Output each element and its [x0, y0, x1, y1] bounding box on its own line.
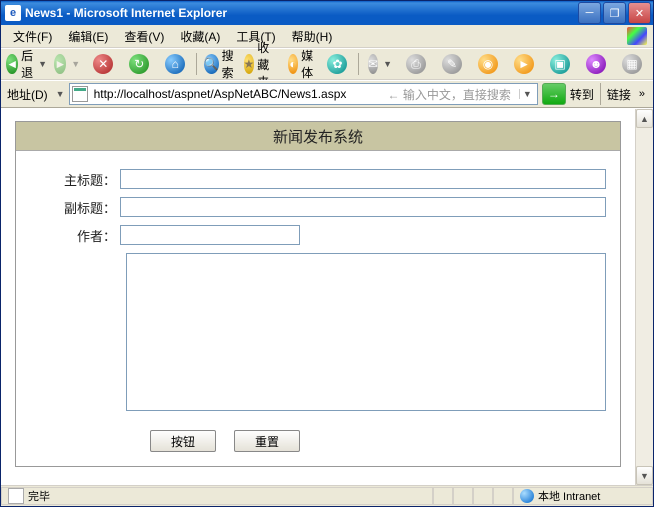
media-icon: ◐: [288, 54, 298, 74]
menu-view[interactable]: 查看(V): [116, 26, 172, 47]
status-text: 完毕: [28, 488, 50, 504]
go-button[interactable]: →: [542, 83, 566, 105]
print-icon: ⎙: [406, 54, 426, 74]
links-label[interactable]: 链接: [607, 86, 631, 103]
status-bar: 完毕 本地 Intranet: [1, 485, 653, 506]
ext4-button[interactable]: ☻: [579, 51, 613, 77]
users-icon: ☻: [586, 54, 606, 74]
back-arrow-icon: ◄: [6, 54, 18, 74]
main-title-label: 主标题：: [30, 170, 120, 189]
menu-favorites[interactable]: 收藏(A): [172, 26, 228, 47]
flag-icon: ▣: [550, 54, 570, 74]
refresh-button[interactable]: ↻: [122, 51, 156, 77]
history-icon: ✿: [327, 54, 347, 74]
url-input[interactable]: [92, 86, 384, 102]
news-form: 新闻发布系统 主标题： 副标题： 作者：: [15, 121, 621, 467]
address-bar: 地址(D) ▼ ← 输入中文，直接搜索 ▼ → 转到 链接 »: [1, 80, 653, 108]
menu-bar: 文件(F) 编辑(E) 查看(V) 收藏(A) 工具(T) 帮助(H): [1, 25, 653, 48]
print-button[interactable]: ⎙: [399, 51, 433, 77]
window-title: News1 - Microsoft Internet Explorer: [25, 6, 578, 20]
minimize-button[interactable]: ─: [578, 2, 601, 24]
separator: [358, 53, 359, 75]
stop-icon: ✕: [93, 54, 113, 74]
scroll-track[interactable]: [636, 128, 653, 466]
chevron-right-icon[interactable]: »: [635, 88, 649, 100]
address-combo[interactable]: ← 输入中文，直接搜索 ▼: [69, 83, 538, 105]
vertical-scrollbar[interactable]: ▲ ▼: [635, 109, 653, 485]
star-icon: ★: [244, 54, 255, 74]
content-textarea[interactable]: [126, 253, 606, 411]
menu-edit[interactable]: 编辑(E): [60, 26, 116, 47]
separator: [600, 83, 601, 105]
reset-button[interactable]: 重置: [234, 430, 300, 452]
home-icon: ⌂: [165, 54, 185, 74]
menu-file[interactable]: 文件(F): [5, 26, 60, 47]
ext3-button[interactable]: ▣: [543, 51, 577, 77]
stop-button[interactable]: ✕: [86, 51, 120, 77]
ime-hint: ← 输入中文，直接搜索: [387, 86, 514, 103]
chevron-down-icon: ▼: [36, 59, 47, 69]
edit-icon: ✎: [442, 54, 462, 74]
sub-title-label: 副标题：: [30, 198, 120, 217]
address-label: 地址(D): [5, 86, 50, 103]
mail-icon: ✉: [368, 54, 378, 74]
menu-help[interactable]: 帮助(H): [284, 26, 341, 47]
content-area: 新闻发布系统 主标题： 副标题： 作者：: [1, 108, 653, 485]
page-icon: [72, 86, 88, 102]
search-button[interactable]: 🔍 搜索: [201, 51, 237, 77]
ext5-button[interactable]: ▦: [615, 51, 649, 77]
home-button[interactable]: ⌂: [158, 51, 192, 77]
close-button[interactable]: ✕: [628, 2, 651, 24]
chevron-down-icon[interactable]: ▼: [519, 89, 535, 99]
page-body: 新闻发布系统 主标题： 副标题： 作者：: [1, 109, 635, 485]
mail-button[interactable]: ✉▼: [363, 51, 397, 77]
back-label: 后退: [21, 47, 33, 81]
maximize-button[interactable]: ❐: [603, 2, 626, 24]
circle-icon: ◉: [478, 54, 498, 74]
play-icon: ►: [514, 54, 534, 74]
forward-button[interactable]: ► ▼: [50, 51, 84, 77]
search-label: 搜索: [222, 47, 234, 81]
document-icon: [8, 488, 24, 504]
search-icon: 🔍: [204, 54, 219, 74]
chevron-down-icon: ▼: [381, 59, 392, 69]
scroll-down-icon[interactable]: ▼: [636, 466, 653, 485]
edit-button[interactable]: ✎: [435, 51, 469, 77]
submit-button[interactable]: 按钮: [150, 430, 216, 452]
ie-window: e News1 - Microsoft Internet Explorer ─ …: [0, 0, 654, 507]
security-zone: 本地 Intranet: [538, 488, 600, 504]
go-label: 转到: [570, 86, 594, 103]
history-button[interactable]: ✿: [320, 51, 354, 77]
forward-arrow-icon: ►: [54, 54, 66, 74]
chevron-down-icon: ▼: [54, 89, 65, 99]
main-title-input[interactable]: [120, 169, 606, 189]
media-button[interactable]: ◐ 媒体: [283, 51, 319, 77]
author-input[interactable]: [120, 225, 300, 245]
scroll-up-icon[interactable]: ▲: [636, 109, 653, 128]
navigation-toolbar: ◄ 后退 ▼ ► ▼ ✕ ↻ ⌂ 🔍 搜索 ★ 收藏夹 ◐ 媒体 ✿ ✉▼ ⎙ …: [1, 48, 653, 80]
ext1-button[interactable]: ◉: [471, 51, 505, 77]
back-button[interactable]: ◄ 后退 ▼: [5, 51, 48, 77]
separator: [196, 53, 197, 75]
ie-logo-icon: e: [5, 5, 21, 21]
windows-flag-icon: [627, 27, 647, 45]
refresh-icon: ↻: [129, 54, 149, 74]
more-icon: ▦: [622, 54, 642, 74]
media-label: 媒体: [301, 47, 313, 81]
ext2-button[interactable]: ►: [507, 51, 541, 77]
chevron-down-icon: ▼: [69, 59, 80, 69]
title-bar: e News1 - Microsoft Internet Explorer ─ …: [1, 1, 653, 25]
favorites-button[interactable]: ★ 收藏夹: [239, 51, 281, 77]
form-header: 新闻发布系统: [16, 122, 620, 151]
sub-title-input[interactable]: [120, 197, 606, 217]
author-label: 作者：: [30, 226, 120, 245]
zone-icon: [520, 489, 534, 503]
